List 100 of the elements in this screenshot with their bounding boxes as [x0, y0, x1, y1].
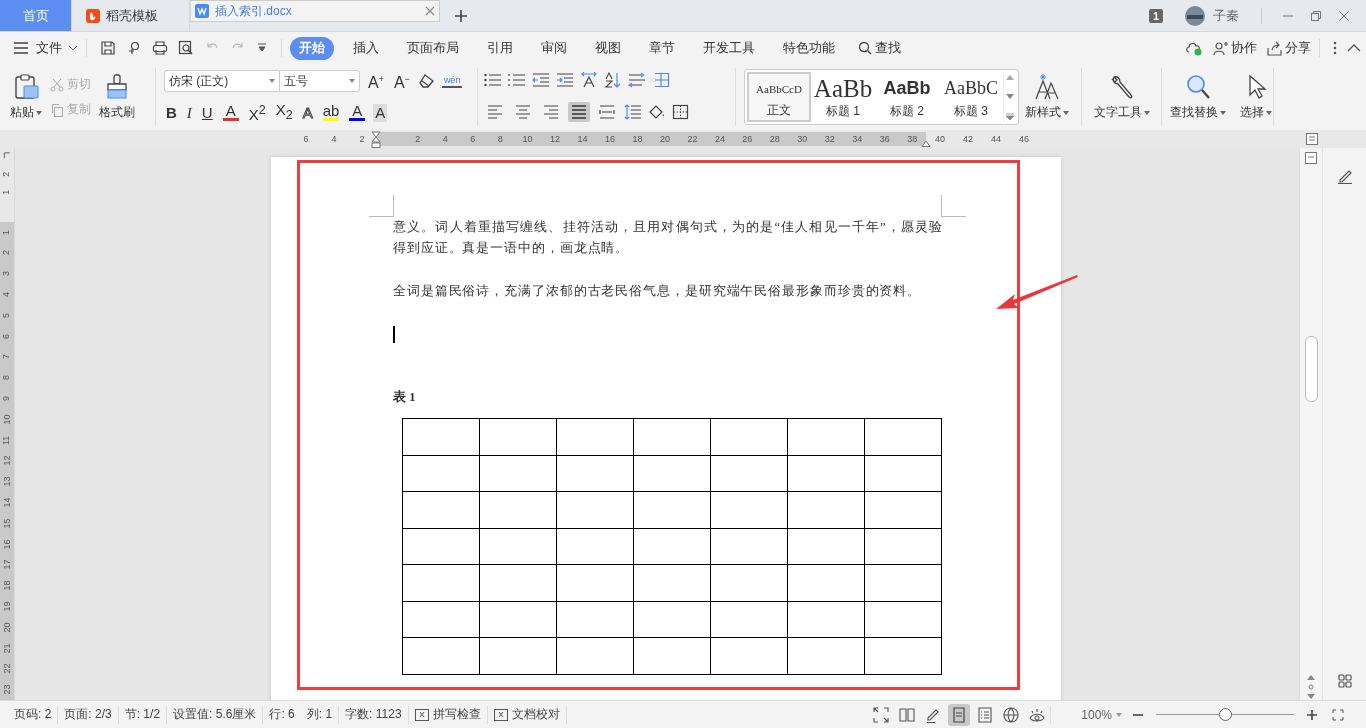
style-preview: AaBb	[883, 77, 931, 100]
ruler-number: 10	[1, 414, 13, 425]
underline-button[interactable]: U	[199, 103, 215, 122]
select-button[interactable]: 选择	[1238, 73, 1274, 121]
search-button[interactable]: 查找	[858, 39, 901, 57]
ruler-number: 13	[1, 476, 13, 487]
ruler-number: 20	[658, 134, 671, 144]
body-paragraph: 全词是篇民俗诗，充满了浓郁的古老民俗气息，是研究端午民俗最形象而珍贵的资料。	[393, 283, 923, 300]
ruler-number: 4	[441, 134, 449, 144]
position-setting: 设置值: 5.6厘米	[172, 706, 258, 723]
ruler-number: 5	[1, 312, 13, 318]
style-option[interactable]: AaBbC 标题 3	[939, 72, 1003, 122]
page-count: 页面: 2/3	[63, 706, 113, 723]
ruler-number: 28	[768, 134, 781, 144]
ruler-number: 20	[1, 622, 13, 633]
ribbon-tab[interactable]: 引用	[478, 36, 522, 60]
ruler-number: 7	[1, 354, 13, 360]
body-paragraph: 意义。词人着重描写缠线、挂符活动，且用对偶句式，为的是“佳人相见一千年”，愿灵验得到应证。真是一语中的，画龙点睛。	[393, 219, 943, 257]
ruler-number: 18	[1, 580, 13, 591]
style-name: 标题 1	[826, 103, 860, 120]
ribbon-tab[interactable]: 视图	[586, 36, 630, 60]
ruler-number: 22	[686, 134, 699, 144]
ruler-number: 6	[302, 134, 310, 144]
style-name: 标题 2	[890, 103, 924, 120]
ruler-number: 2	[1, 171, 13, 177]
character-shading-button[interactable]: A	[373, 103, 388, 122]
ruler-number: 26	[741, 134, 754, 144]
ruler-number: 24	[713, 134, 726, 144]
ruler-number: 23	[1, 684, 13, 695]
ruler-number: 8	[1, 375, 13, 381]
ruler-number: 11	[1, 435, 13, 445]
ruler-number: 1	[1, 190, 13, 195]
font-color-button[interactable]: A	[347, 104, 368, 121]
font-size-dropdown[interactable]: 五号	[280, 70, 360, 93]
ruler-number: 4	[1, 291, 13, 297]
ruler-number: 16	[1, 539, 13, 550]
section-indicator: 节: 1/2	[123, 706, 162, 723]
pinyin-guide-button[interactable]: wén	[441, 74, 463, 89]
grow-font-button[interactable]: A$^{+}$	[366, 70, 386, 93]
tab[interactable]: 插入索引.docx	[190, 0, 440, 22]
ruler-number: 34	[851, 134, 864, 144]
ruler-number: 4	[330, 134, 338, 144]
ribbon-tab[interactable]: 插入	[344, 36, 388, 60]
script-button[interactable]: X$_{2}$	[273, 101, 295, 124]
ruler-number: 38	[906, 134, 919, 144]
ruler-number: 1	[1, 229, 13, 235]
ruler-number: 36	[878, 134, 891, 144]
italic-button[interactable]: I	[184, 103, 194, 122]
column-indicator: 列: 1	[305, 706, 334, 723]
strikethrough-button[interactable]: A	[220, 104, 241, 121]
text-tools-button[interactable]: 文字工具	[1091, 73, 1152, 121]
ruler-number: 10	[521, 134, 534, 144]
ruler-number: 15	[1, 518, 13, 529]
ruler-number: 12	[1, 455, 13, 466]
font-family-dropdown[interactable]: 仿宋 (正文)	[164, 70, 280, 93]
style-option[interactable]: AaBb 标题 2	[875, 72, 939, 122]
ruler-number: 21	[1, 643, 13, 653]
ribbon-tab[interactable]: 页面布局	[398, 36, 468, 60]
font-color-label: A	[352, 104, 363, 118]
ribbon-tab[interactable]: 审阅	[532, 36, 576, 60]
ruler-number: 12	[549, 134, 562, 144]
shrink-font-button[interactable]: A$^{−}$	[391, 70, 412, 93]
ribbon-tab[interactable]: 开发工具	[694, 36, 764, 60]
proofing-button[interactable]: 拼写检查	[408, 706, 487, 723]
style-name: 正文	[767, 102, 791, 119]
format-painter-button[interactable]: 格式刷	[97, 73, 137, 121]
ruler-number: 42	[962, 134, 974, 144]
find-replace-button[interactable]: 查找替换	[1168, 73, 1228, 121]
ruler-number: 14	[1, 497, 13, 508]
ruler-number: 2	[1, 250, 13, 256]
ruler-number: 46	[1018, 134, 1030, 144]
ruler-number: 6	[469, 134, 477, 144]
ruler-number: 14	[576, 134, 589, 144]
ribbon-tab[interactable]: 特色功能	[774, 36, 844, 60]
ruler-number: 9	[1, 395, 13, 401]
style-option[interactable]: AaBbCcD 正文	[747, 72, 811, 122]
ruler-number: 32	[823, 134, 836, 144]
zoom-dropdown[interactable]: 100%	[1081, 707, 1122, 722]
word-count[interactable]: 字数: 1123	[339, 706, 408, 723]
ruler-number: 18	[631, 134, 644, 144]
style-option[interactable]: AaBb 标题 1	[811, 72, 875, 122]
file-menu[interactable]: 文件	[36, 39, 62, 57]
collaborate-button[interactable]: 协作	[1213, 39, 1257, 57]
bold-button[interactable]: B	[164, 103, 179, 122]
ruler-number: 22	[1, 663, 13, 674]
ruler-number: 3	[1, 271, 13, 277]
tab[interactable]: 稻壳模板	[72, 0, 190, 31]
ruler-number: 16	[604, 134, 616, 144]
style-preview: AaBb	[813, 74, 873, 103]
user-name[interactable]: 子秦	[1213, 6, 1239, 25]
ribbon-tab[interactable]: 章节	[640, 36, 684, 60]
share-button[interactable]: 分享	[1267, 39, 1311, 57]
text-effect-button[interactable]: A	[300, 103, 315, 122]
table-caption: 表 1	[393, 389, 417, 406]
proofing-button[interactable]: 文档校对	[487, 706, 566, 723]
window-count-badge[interactable]: 1	[1148, 8, 1163, 23]
paste-button[interactable]: 粘贴	[8, 73, 44, 121]
script-button[interactable]: X$^{2}$	[246, 101, 268, 124]
new-style-button[interactable]: 新样式	[1023, 73, 1071, 121]
ruler-number: 6	[1, 333, 13, 339]
